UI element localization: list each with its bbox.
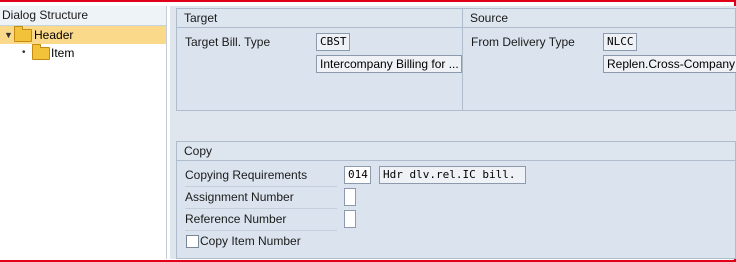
assignment-number-field[interactable]	[344, 188, 356, 206]
copy-group-title: Copy	[177, 142, 735, 161]
copying-requirements-description: Hdr dlv.rel.IC bill.	[379, 166, 526, 184]
tree-item-item[interactable]: • Item	[0, 44, 166, 62]
from-delivery-type-field[interactable]: NLCC	[603, 33, 637, 51]
source-group: Source From Delivery Type NLCC Replen.Cr…	[462, 8, 736, 111]
assignment-number-label: Assignment Number	[185, 190, 294, 204]
reference-number-label: Reference Number	[185, 212, 287, 226]
folder-icon	[32, 44, 50, 60]
target-bill-type-description: Intercompany Billing for ...	[316, 55, 462, 73]
source-group-title: Source	[463, 9, 735, 28]
target-bill-type-label: Target Bill. Type	[185, 35, 271, 49]
tree-item-label: Item	[51, 46, 75, 60]
tree-item-label: Header	[34, 28, 74, 42]
tree-item-header[interactable]: ▼ Header	[0, 26, 166, 44]
open-folder-icon	[14, 26, 32, 42]
from-delivery-type-description: Replen.Cross-Company	[603, 55, 736, 73]
target-group-title: Target	[177, 9, 462, 28]
copying-requirements-field[interactable]: 014	[344, 166, 371, 184]
copy-item-number-checkbox[interactable]	[186, 235, 199, 248]
target-bill-type-field[interactable]: CBST	[316, 33, 350, 51]
copy-group: Copy Copying Requirements 014 Hdr dlv.re…	[176, 141, 736, 259]
bullet-icon: •	[22, 47, 26, 58]
copy-item-number-label: Copy Item Number	[200, 234, 301, 248]
from-delivery-type-label: From Delivery Type	[471, 35, 575, 49]
target-group: Target Target Bill. Type CBST Intercompa…	[176, 8, 463, 111]
reference-number-field[interactable]	[344, 210, 356, 228]
dialog-structure-panel: Dialog Structure ▼ Header • Item	[0, 6, 167, 259]
expand-arrow-icon[interactable]: ▼	[4, 26, 13, 44]
details-area: Target Target Bill. Type CBST Intercompa…	[170, 6, 736, 259]
copying-requirements-label: Copying Requirements	[185, 168, 308, 182]
dialog-structure-title: Dialog Structure	[0, 6, 166, 26]
